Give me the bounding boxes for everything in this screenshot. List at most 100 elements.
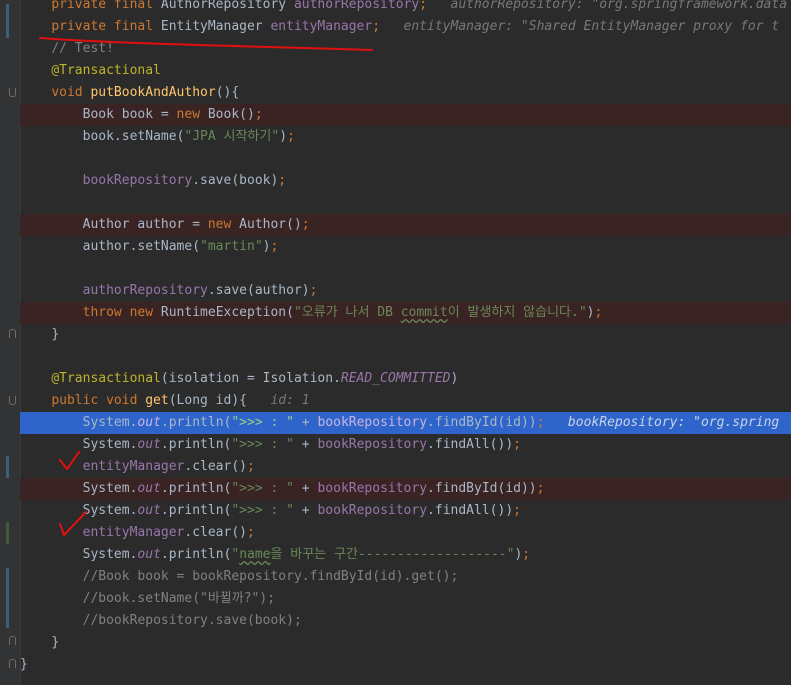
code-token: ">>> : " — [231, 437, 294, 452]
code-line[interactable]: System.out.println(">>> : " + bookReposi… — [20, 500, 791, 522]
code-token: System. — [82, 415, 138, 430]
code-token: "JPA 시작하기" — [184, 129, 280, 144]
code-token: ; — [270, 239, 279, 254]
code-token: + — [293, 503, 318, 518]
code-line[interactable]: Author author = new Author(); — [20, 214, 791, 236]
code-line[interactable] — [20, 346, 791, 368]
code-token: ; — [419, 0, 428, 12]
code-token: Author() — [239, 217, 302, 232]
code-token: ; — [247, 459, 255, 474]
code-line[interactable] — [20, 192, 791, 214]
code-token: new — [207, 217, 240, 232]
code-token: System. — [82, 547, 138, 562]
code-token: .findAll()) — [427, 503, 514, 518]
code-token: Author author = — [82, 217, 208, 232]
code-token: + — [293, 437, 318, 452]
code-line[interactable]: public void get(Long id){ id: 1 — [20, 390, 791, 412]
code-token: ; — [513, 503, 521, 518]
code-token: "martin" — [200, 239, 263, 254]
code-line[interactable]: Book book = new Book(); — [20, 104, 791, 126]
code-token: ) — [450, 371, 459, 386]
code-line[interactable]: } — [20, 654, 791, 676]
code-token: public void — [51, 393, 146, 408]
vcs-change-marker — [6, 456, 9, 478]
code-line[interactable]: entityManager.clear(); — [20, 522, 791, 544]
code-token: ; — [247, 525, 255, 540]
code-line[interactable]: authorRepository.save(author); — [20, 280, 791, 302]
code-token: author.setName( — [82, 239, 201, 254]
code-line[interactable]: } — [20, 324, 791, 346]
code-line[interactable]: System.out.println(">>> : " + bookReposi… — [20, 478, 791, 500]
code-line[interactable]: private final EntityManager entityManage… — [20, 16, 791, 38]
code-token: AuthorRepository — [160, 0, 294, 12]
code-line[interactable]: System.out.println(">>> : " + bookReposi… — [20, 412, 791, 434]
code-token: authorRepository — [82, 283, 208, 298]
code-token: ; — [372, 19, 381, 34]
code-line[interactable]: System.out.println(">>> : " + bookReposi… — [20, 434, 791, 456]
code-line[interactable]: } — [20, 632, 791, 654]
fold-marker-icon[interactable] — [9, 88, 16, 97]
code-token: "오류가 나서 DB — [293, 305, 401, 320]
code-token: //Book book = bookRepository.findById(id… — [82, 569, 459, 584]
code-token: (Long id){ — [168, 393, 247, 408]
code-line[interactable]: @Transactional — [20, 60, 791, 82]
code-token: out — [137, 481, 161, 496]
code-line[interactable]: private final AuthorRepository authorRep… — [20, 0, 791, 16]
code-token: bookRepository — [317, 481, 428, 496]
code-line[interactable]: System.out.println("name을 바꾸는 구간--------… — [20, 544, 791, 566]
inline-debug-hint: authorRepository: "org.springframework.d… — [427, 0, 788, 12]
fold-marker-icon[interactable] — [9, 329, 16, 338]
code-line[interactable]: //Book book = bookRepository.findById(id… — [20, 566, 791, 588]
code-token: out — [137, 415, 161, 430]
code-token: ; — [301, 217, 310, 232]
code-line[interactable]: bookRepository.save(book); — [20, 170, 791, 192]
code-line[interactable]: throw new RuntimeException("오류가 나서 DB co… — [20, 302, 791, 324]
code-token: bookRepository — [82, 173, 193, 188]
code-line[interactable]: void putBookAndAuthor(){ — [20, 82, 791, 104]
fold-marker-icon[interactable] — [9, 396, 16, 405]
code-line[interactable]: // Test! — [20, 38, 791, 60]
fold-marker-icon[interactable] — [9, 659, 16, 668]
code-token: ; — [254, 107, 263, 122]
code-token: .clear() — [184, 459, 247, 474]
code-line[interactable]: //bookRepository.save(book); — [20, 610, 791, 632]
code-line[interactable]: @Transactional(isolation = Isolation.REA… — [20, 368, 791, 390]
code-token: ; — [309, 283, 318, 298]
code-token: ">>> : " — [231, 503, 294, 518]
code-line[interactable] — [20, 258, 791, 280]
code-token: + — [293, 481, 318, 496]
code-token: (isolation = Isolation. — [160, 371, 341, 386]
code-line[interactable]: book.setName("JPA 시작하기"); — [20, 126, 791, 148]
code-token: ; — [287, 129, 295, 144]
code-token: .println( — [160, 481, 232, 496]
editor-gutter[interactable] — [0, 0, 21, 685]
code-token: get — [145, 393, 169, 408]
fold-marker-icon[interactable] — [9, 636, 16, 645]
code-token: //book.setName("바뀔까?"); — [82, 591, 276, 606]
code-line[interactable] — [20, 148, 791, 170]
code-token: 을 바꾸는 구간-------------------" — [270, 547, 515, 562]
code-line[interactable]: entityManager.clear(); — [20, 456, 791, 478]
code-token: entityManager — [82, 459, 185, 474]
code-token: (){ — [215, 85, 240, 100]
code-token: System. — [82, 437, 138, 452]
code-token: commit — [400, 305, 448, 320]
inline-debug-hint: entityManager: "Shared EntityManager pro… — [380, 19, 780, 34]
code-token: .clear() — [184, 525, 247, 540]
code-token: new — [176, 107, 208, 122]
code-line[interactable]: //book.setName("바뀔까?"); — [20, 588, 791, 610]
code-token: .save(author) — [207, 283, 310, 298]
code-line[interactable]: author.setName("martin"); — [20, 236, 791, 258]
code-token: .println( — [160, 503, 232, 518]
code-token: ) — [279, 129, 288, 144]
